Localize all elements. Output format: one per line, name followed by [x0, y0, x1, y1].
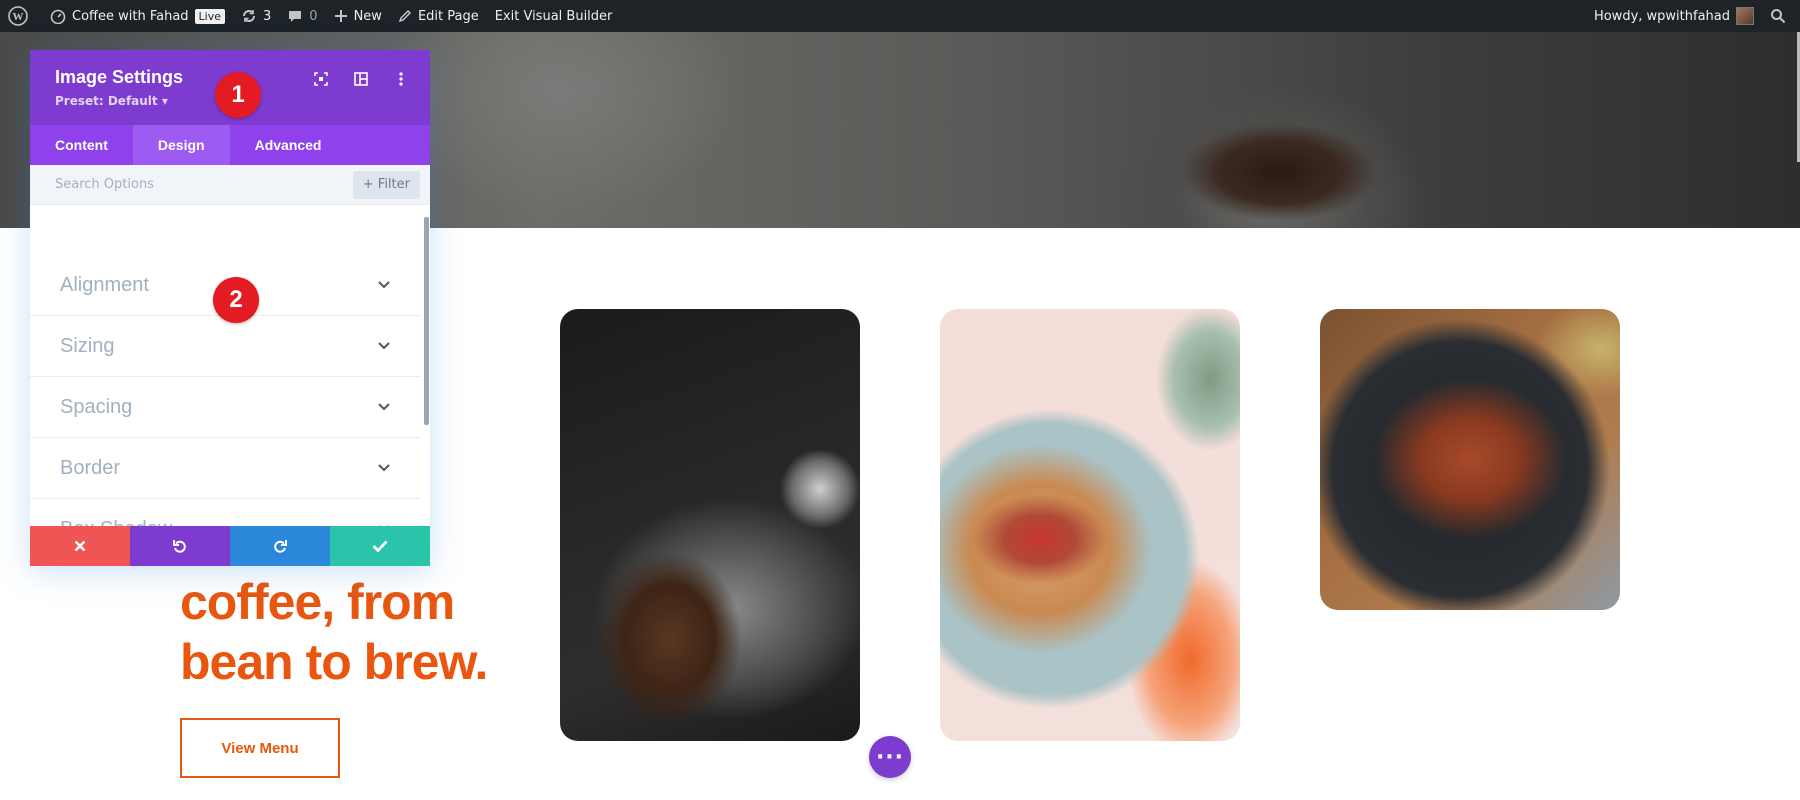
step-marker-1: 1 — [215, 72, 261, 118]
fullscreen-icon[interactable] — [312, 70, 330, 88]
modal-footer — [30, 526, 430, 566]
wordpress-logo-icon[interactable]: W — [0, 0, 42, 32]
comments-count: 0 — [309, 8, 318, 24]
edit-page-link[interactable]: Edit Page — [390, 0, 487, 32]
undo-icon — [173, 540, 186, 553]
tab-advanced[interactable]: Advanced — [230, 125, 347, 165]
admin-bar: W Coffee with Fahad Live 3 0 New Edit Pa… — [0, 0, 1800, 32]
search-options-bar: Search Options + Filter — [30, 165, 430, 205]
search-options-input[interactable]: Search Options — [55, 177, 154, 192]
image-coffee-grinder[interactable] — [560, 309, 860, 741]
dashboard-icon — [50, 9, 66, 24]
close-icon — [74, 540, 86, 552]
modal-scrollbar[interactable] — [424, 217, 429, 425]
tab-content[interactable]: Content — [30, 125, 133, 165]
image-kebab-skewers[interactable] — [1320, 309, 1620, 610]
avatar — [1736, 7, 1754, 25]
page-settings-button[interactable]: ··· — [869, 736, 911, 778]
view-menu-button[interactable]: View Menu — [180, 718, 340, 778]
edit-page-label: Edit Page — [417, 8, 479, 24]
svg-text:W: W — [13, 11, 24, 23]
discard-button[interactable] — [30, 526, 130, 566]
exit-visual-builder-link[interactable]: Exit Visual Builder — [487, 0, 621, 32]
live-badge: Live — [194, 8, 226, 24]
option-label: Border — [60, 456, 121, 479]
search-icon — [1771, 9, 1786, 24]
updates-count: 3 — [263, 8, 272, 24]
image-toast-jam[interactable] — [940, 309, 1240, 741]
more-options-icon[interactable] — [392, 70, 410, 88]
new-label: New — [353, 8, 382, 24]
split-view-icon[interactable] — [352, 70, 370, 88]
plus-icon — [334, 10, 347, 22]
filter-button[interactable]: + Filter — [352, 170, 420, 199]
option-sizing[interactable]: Sizing — [30, 316, 420, 377]
redo-icon — [274, 540, 287, 553]
chevron-down-icon — [378, 342, 390, 350]
search-button[interactable] — [1762, 0, 1800, 32]
option-label: Sizing — [60, 334, 115, 357]
account-menu[interactable]: Howdy, wpwithfahad — [1586, 0, 1762, 32]
chevron-down-icon — [378, 464, 390, 472]
updates-link[interactable]: 3 — [233, 0, 279, 32]
new-content-link[interactable]: New — [326, 0, 390, 32]
undo-button[interactable] — [130, 526, 230, 566]
save-button[interactable] — [330, 526, 430, 566]
headline: coffee, from bean to brew. — [180, 572, 488, 692]
site-name: Coffee with Fahad — [72, 8, 189, 24]
pencil-icon — [398, 9, 411, 23]
tab-design[interactable]: Design — [132, 125, 230, 165]
modal-tabs: Content Design Advanced — [30, 125, 430, 165]
option-spacing[interactable]: Spacing — [30, 377, 420, 438]
updates-icon — [243, 10, 256, 22]
option-label: Alignment — [60, 273, 149, 296]
comment-icon — [289, 11, 302, 22]
redo-button[interactable] — [230, 526, 330, 566]
headline-line-1: coffee, from — [180, 574, 455, 630]
chevron-down-icon — [378, 403, 390, 411]
exit-builder-label: Exit Visual Builder — [494, 8, 613, 24]
chevron-down-icon — [378, 281, 390, 289]
option-border[interactable]: Border — [30, 438, 420, 499]
step-marker-2: 2 — [213, 277, 259, 323]
comments-link[interactable]: 0 — [279, 0, 325, 32]
option-label: Spacing — [60, 395, 133, 418]
headline-line-2: bean to brew. — [180, 634, 488, 690]
site-name-link[interactable]: Coffee with Fahad Live — [42, 0, 233, 32]
howdy-label: Howdy, wpwithfahad — [1593, 8, 1730, 24]
check-icon — [372, 540, 388, 552]
